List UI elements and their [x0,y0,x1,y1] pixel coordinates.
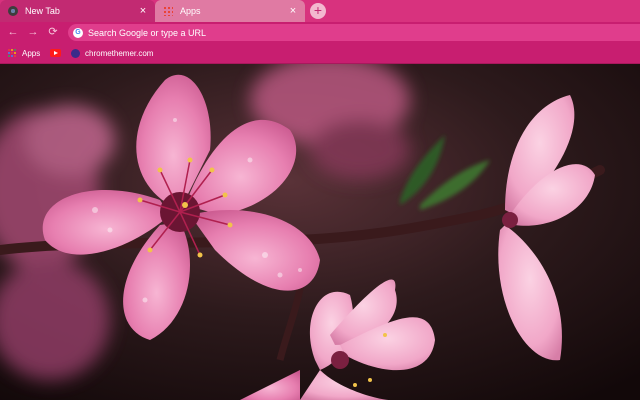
background-photo [0,64,640,400]
forward-icon[interactable]: → [26,26,40,39]
apps-grid-icon [8,48,17,58]
bookmark-apps[interactable]: Apps [8,47,40,59]
reload-icon[interactable]: ⟳ [46,26,60,39]
back-icon[interactable]: ← [6,26,20,39]
tab-label: New Tab [25,6,60,16]
tab-new-tab[interactable]: New Tab × [0,0,155,22]
omnibox[interactable]: G Search Google or type a URL [68,24,640,41]
toolbar: ← → ⟳ G Search Google or type a URL [0,22,640,43]
bookmark-youtube[interactable] [50,47,61,59]
apps-grid-icon [163,6,173,16]
close-icon[interactable]: × [137,5,149,17]
bookmark-label: chromethemer.com [85,48,154,58]
youtube-icon [50,49,61,57]
tab-strip: New Tab × Apps × + [0,0,640,22]
bookmark-label: Apps [22,48,41,58]
tab-apps[interactable]: Apps × [155,0,305,22]
chromethemer-icon [71,48,80,58]
new-tab-button[interactable]: + [310,3,326,19]
omnibox-placeholder[interactable]: Search Google or type a URL [88,28,206,38]
chrome-icon [8,6,18,16]
google-icon: G [73,27,83,38]
bookmarks-bar: Apps chromethemer.com [0,43,640,64]
cherry-blossom-image [0,64,640,400]
close-icon[interactable]: × [287,5,299,17]
tab-label: Apps [180,6,201,16]
bookmark-chromethemer[interactable]: chromethemer.com [71,47,153,59]
